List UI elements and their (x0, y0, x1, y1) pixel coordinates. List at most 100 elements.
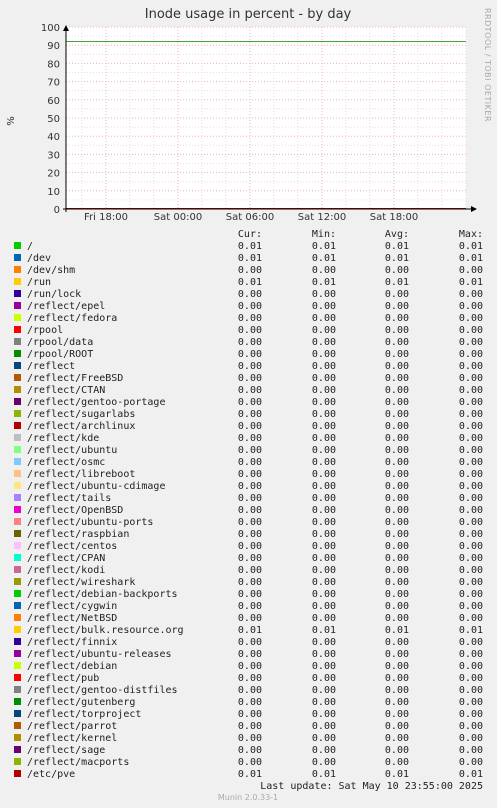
legend-value: 0.00 (238, 301, 262, 312)
legend-value: 0.00 (459, 349, 483, 360)
legend-value: 0.00 (312, 493, 336, 504)
legend-value: 0.00 (459, 517, 483, 528)
legend-value: 0.00 (385, 265, 409, 276)
legend-swatch (14, 254, 21, 261)
legend-value: 0.00 (385, 289, 409, 300)
legend-value: 0.00 (459, 529, 483, 540)
legend-value: 0.00 (459, 649, 483, 660)
legend-value: 0.00 (312, 505, 336, 516)
legend-series-name: /reflect/epel (27, 301, 105, 312)
legend-value: 0.00 (385, 421, 409, 432)
legend-series-name: /reflect/bulk.resource.org (27, 625, 184, 636)
legend-value: 0.00 (312, 289, 336, 300)
legend-series-name: /reflect/NetBSD (27, 613, 117, 624)
legend-value: 0.00 (238, 613, 262, 624)
legend-swatch (14, 590, 21, 597)
legend-value: 0.00 (238, 637, 262, 648)
legend-value: 0.01 (385, 277, 409, 288)
legend-series-name: / (27, 241, 33, 252)
legend-series-name: /reflect/fedora (27, 313, 117, 324)
legend-value: 0.00 (459, 553, 483, 564)
y-tick-label: 50 (47, 114, 60, 125)
legend-swatch (14, 662, 21, 669)
y-tick-label: 30 (47, 150, 60, 161)
legend-value: 0.00 (312, 265, 336, 276)
munin-version: Munin 2.0.33-1 (218, 793, 278, 802)
legend-value: 0.00 (385, 385, 409, 396)
legend-value: 0.00 (312, 445, 336, 456)
legend-series-name: /reflect/gentoo-distfiles (27, 685, 178, 696)
legend-value: 0.00 (312, 385, 336, 396)
legend-value: 0.00 (459, 745, 483, 756)
legend-value: 0.00 (459, 385, 483, 396)
legend-value: 0.00 (312, 397, 336, 408)
legend-value: 0.00 (459, 409, 483, 420)
legend-value: 0.00 (312, 685, 336, 696)
legend-value: 0.01 (312, 253, 336, 264)
legend-value: 0.00 (238, 361, 262, 372)
legend-value: 0.00 (459, 445, 483, 456)
legend-value: 0.00 (459, 337, 483, 348)
legend-swatch (14, 734, 21, 741)
legend-series-name: /dev (27, 253, 51, 264)
legend-value: 0.00 (312, 361, 336, 372)
legend-value: 0.00 (312, 673, 336, 684)
y-tick-label: 40 (47, 132, 60, 143)
legend-value: 0.00 (459, 637, 483, 648)
legend-value: 0.00 (238, 529, 262, 540)
legend-series-name: /reflect/CPAN (27, 553, 105, 564)
legend-swatch (14, 338, 21, 345)
legend-value: 0.00 (238, 373, 262, 384)
legend-value: 0.00 (459, 673, 483, 684)
legend-header: Min: (312, 229, 336, 240)
legend-value: 0.00 (385, 469, 409, 480)
legend-value: 0.00 (312, 601, 336, 612)
legend-series-name: /reflect/finnix (27, 637, 117, 648)
legend-series-name: /reflect/archlinux (27, 421, 135, 432)
legend-value: 0.01 (459, 625, 483, 636)
legend-value: 0.00 (312, 553, 336, 564)
legend-value: 0.00 (459, 661, 483, 672)
legend-swatch (14, 614, 21, 621)
legend-value: 0.00 (312, 433, 336, 444)
legend-series-name: /reflect/macports (27, 757, 129, 768)
legend-swatch (14, 650, 21, 657)
chart-title: Inode usage in percent - by day (145, 7, 352, 22)
legend-value: 0.00 (459, 433, 483, 444)
legend-value: 0.00 (312, 565, 336, 576)
legend-series-name: /reflect/FreeBSD (27, 373, 123, 384)
legend-swatch (14, 638, 21, 645)
legend-value: 0.00 (459, 613, 483, 624)
legend-value: 0.00 (238, 289, 262, 300)
legend-value: 0.00 (238, 673, 262, 684)
legend-series-name: /reflect/kodi (27, 565, 105, 576)
legend-series-name: /reflect/sage (27, 745, 105, 756)
legend-value: 0.00 (238, 541, 262, 552)
legend-value: 0.00 (385, 433, 409, 444)
legend-value: 0.00 (385, 577, 409, 588)
legend-value: 0.00 (385, 457, 409, 468)
legend-value: 0.00 (238, 397, 262, 408)
legend-value: 0.01 (385, 625, 409, 636)
legend-value: 0.00 (312, 577, 336, 588)
legend-header: Avg: (385, 229, 409, 240)
legend-value: 0.01 (312, 625, 336, 636)
legend-value: 0.00 (459, 361, 483, 372)
legend-value: 0.01 (312, 241, 336, 252)
legend-swatch (14, 482, 21, 489)
legend-series-name: /reflect/wireshark (27, 577, 135, 588)
legend-value: 0.00 (312, 349, 336, 360)
legend-value: 0.00 (312, 373, 336, 384)
legend-value: 0.00 (385, 541, 409, 552)
legend-value: 0.00 (312, 589, 336, 600)
legend-value: 0.00 (238, 517, 262, 528)
legend-value: 0.00 (459, 313, 483, 324)
y-tick-label: 60 (47, 96, 60, 107)
legend-value: 0.00 (312, 313, 336, 324)
legend-value: 0.01 (385, 253, 409, 264)
legend-series-name: /reflect/debian (27, 661, 117, 672)
legend-swatch (14, 686, 21, 693)
legend-value: 0.00 (385, 409, 409, 420)
legend-value: 0.00 (459, 565, 483, 576)
legend-value: 0.01 (459, 277, 483, 288)
